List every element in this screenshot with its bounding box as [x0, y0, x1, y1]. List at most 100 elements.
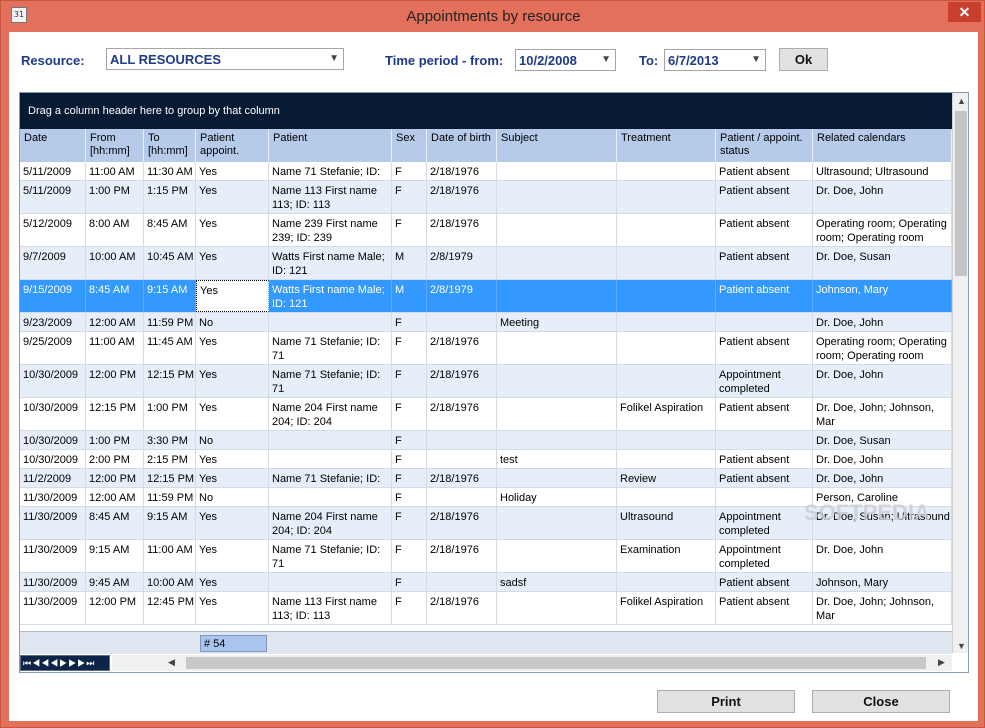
table-cell — [716, 431, 813, 449]
table-cell: 2/8/1979 — [427, 280, 497, 312]
table-row[interactable]: 11/2/2009 12:00 PM 12:15 PM Yes Name 71 Stef… — [20, 469, 952, 488]
table-cell — [427, 450, 497, 468]
vertical-scrollbar[interactable]: ▲ ▼ — [952, 93, 968, 653]
table-row[interactable]: 5/12/2009 8:00 AM 8:45 AM Yes Name 239 First… — [20, 214, 952, 247]
table-cell: 2/8/1979 — [427, 247, 497, 279]
table-cell: Patient absent — [716, 573, 813, 591]
table-cell: Patient absent — [716, 214, 813, 246]
table-row[interactable]: 10/30/2009 1:00 PM 3:30 PM No F Dr. Doe, Susa… — [20, 431, 952, 450]
table-cell: Patient absent — [716, 398, 813, 430]
table-cell: F — [392, 431, 427, 449]
table-cell: 9:15 AM — [144, 507, 196, 539]
table-cell: 10/30/2009 — [20, 450, 86, 468]
column-header[interactable]: Patient / appoint. status — [716, 129, 813, 162]
table-row[interactable]: 5/11/2009 11:00 AM 11:30 AM Yes Name 71 Stef… — [20, 162, 952, 181]
column-header[interactable]: From [hh:mm] — [86, 129, 144, 162]
horizontal-scrollbar[interactable]: ◀ ▶ — [112, 655, 952, 671]
table-cell: M — [392, 280, 427, 312]
table-row[interactable]: 11/30/2009 9:45 AM 10:00 AM Yes Fsadsf Patien… — [20, 573, 952, 592]
table-cell: 11/30/2009 — [20, 592, 86, 624]
table-cell: Name 71 Stefanie; ID: 71 — [269, 540, 392, 572]
table-row[interactable]: 9/7/2009 10:00 AM 10:45 AM Yes Watts First n… — [20, 247, 952, 280]
table-cell: Appointment completed — [716, 540, 813, 572]
table-cell: 9/25/2009 — [20, 332, 86, 364]
table-row[interactable]: 10/30/2009 12:00 PM 12:15 PM Yes Name 71 Ste… — [20, 365, 952, 398]
title-bar: 31 Appointments by resource ✕ — [1, 1, 985, 32]
table-cell — [617, 573, 716, 591]
column-header[interactable]: Treatment — [617, 129, 716, 162]
column-header[interactable]: Related calendars — [813, 129, 952, 162]
table-cell: 2/18/1976 — [427, 398, 497, 430]
grid-footer: # 54 — [20, 631, 952, 654]
table-row[interactable]: 9/23/2009 12:00 AM 11:59 PM No F Meeting Dr. D… — [20, 313, 952, 332]
table-cell: 11:00 AM — [144, 540, 196, 572]
close-button[interactable]: Close — [812, 690, 950, 713]
table-cell — [617, 214, 716, 246]
table-cell — [497, 469, 617, 487]
table-cell: F — [392, 332, 427, 364]
table-row[interactable]: 5/11/2009 1:00 PM 1:15 PM Yes Name 113 First… — [20, 181, 952, 214]
resource-select[interactable]: ALL RESOURCES ▼ — [106, 48, 344, 70]
table-cell — [497, 280, 617, 312]
record-count: # 54 — [200, 635, 267, 652]
column-header[interactable]: Date of birth — [427, 129, 497, 162]
table-cell: Yes — [196, 280, 269, 312]
table-row[interactable]: 11/30/2009 9:15 AM 11:00 AM Yes Name 71 Stef… — [20, 540, 952, 573]
table-cell — [617, 313, 716, 331]
column-header[interactable]: Date — [20, 129, 86, 162]
table-cell — [497, 247, 617, 279]
table-cell — [617, 247, 716, 279]
table-cell — [269, 431, 392, 449]
scroll-up-icon[interactable]: ▲ — [957, 96, 966, 106]
table-cell — [617, 332, 716, 364]
column-header[interactable]: Subject — [497, 129, 617, 162]
table-cell: F — [392, 398, 427, 430]
from-date-picker[interactable]: 10/2/2008 ▼ — [515, 49, 616, 71]
scroll-down-icon[interactable]: ▼ — [957, 641, 966, 651]
table-row[interactable]: 9/25/2009 11:00 AM 11:45 AM Yes Name 71 Stef… — [20, 332, 952, 365]
column-header[interactable]: Sex — [392, 129, 427, 162]
column-header[interactable]: Patient — [269, 129, 392, 162]
table-cell: M — [392, 247, 427, 279]
table-cell — [497, 162, 617, 180]
table-cell: 9/15/2009 — [20, 280, 86, 312]
table-row[interactable]: 10/30/2009 12:15 PM 1:00 PM Yes Name 204 Fir… — [20, 398, 952, 431]
close-window-button[interactable]: ✕ — [948, 2, 981, 22]
table-cell: 5/11/2009 — [20, 162, 86, 180]
to-date-picker[interactable]: 6/7/2013 ▼ — [664, 49, 766, 71]
table-cell: Appointment completed — [716, 507, 813, 539]
table-cell: Patient absent — [716, 247, 813, 279]
table-cell: Dr. Doe, John; Johnson, Mar Operating ro… — [813, 592, 952, 624]
column-header[interactable]: Patient appoint. — [196, 129, 269, 162]
scroll-left-icon[interactable]: ◀ — [168, 657, 175, 668]
scroll-right-icon[interactable]: ▶ — [938, 657, 945, 668]
table-row[interactable]: 10/30/2009 2:00 PM 2:15 PM Yes Ftest Patient … — [20, 450, 952, 469]
table-cell: Appointment completed — [716, 365, 813, 397]
table-cell: Yes — [196, 469, 269, 487]
from-date-value: 10/2/2008 — [519, 53, 577, 68]
print-button[interactable]: Print — [657, 690, 795, 713]
table-cell — [716, 488, 813, 506]
table-cell: F — [392, 181, 427, 213]
table-cell: 9:45 AM — [86, 573, 144, 591]
table-cell: Name 113 First name 113; ID: 113 — [269, 181, 392, 213]
horizontal-scroll-thumb[interactable] — [186, 657, 926, 669]
table-cell — [497, 507, 617, 539]
group-by-panel[interactable]: Drag a column header here to group by th… — [20, 93, 952, 129]
table-row[interactable]: 11/30/2009 12:00 PM 12:45 PM Yes Name 113 Fi… — [20, 592, 952, 625]
table-cell: 11/2/2009 — [20, 469, 86, 487]
table-row[interactable]: 9/15/2009 8:45 AM 9:15 AM Yes Watts First na… — [20, 280, 952, 313]
table-cell: Yes — [196, 332, 269, 364]
table-cell: 11:00 AM — [86, 162, 144, 180]
table-cell — [427, 313, 497, 331]
record-navigator[interactable]: ⏮◀◀◀▶▶▶⏭ — [20, 655, 110, 671]
table-cell: F — [392, 365, 427, 397]
table-cell: Patient absent — [716, 280, 813, 312]
table-cell: F — [392, 313, 427, 331]
column-header[interactable]: To [hh:mm] — [144, 129, 196, 162]
table-cell — [269, 450, 392, 468]
ok-button[interactable]: Ok — [779, 48, 828, 71]
table-cell: Yes — [196, 162, 269, 180]
vertical-scroll-thumb[interactable] — [955, 111, 967, 276]
resource-label: Resource: — [21, 53, 85, 68]
